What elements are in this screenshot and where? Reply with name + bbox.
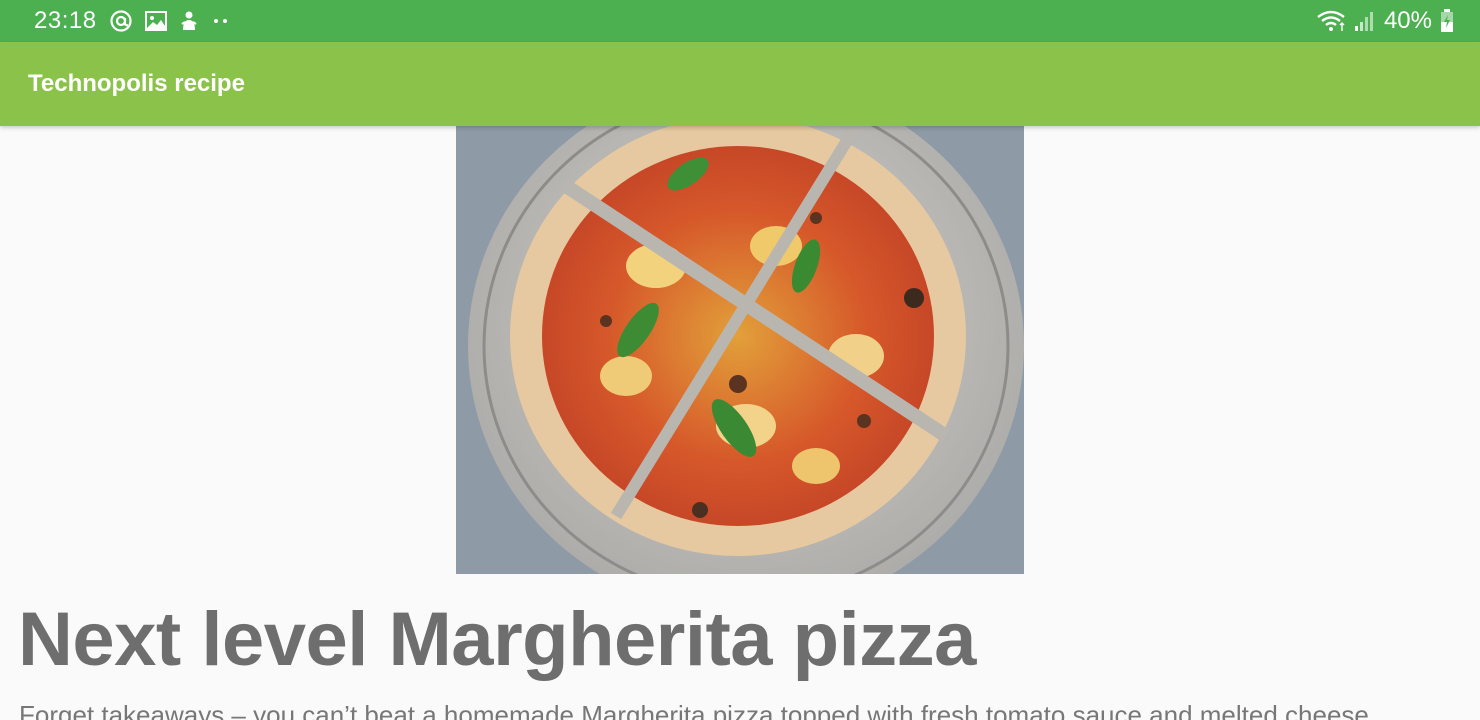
signal-icon bbox=[1354, 10, 1376, 32]
recipe-title: Next level Margherita pizza bbox=[18, 597, 976, 682]
app-title: Technopolis recipe bbox=[28, 70, 245, 97]
wifi-icon bbox=[1316, 9, 1346, 33]
mascot-notification-icon bbox=[179, 10, 199, 32]
status-right: 40% bbox=[1316, 0, 1454, 42]
status-bar: 23:18 40% bbox=[0, 0, 1480, 42]
app-bar: Technopolis recipe bbox=[0, 42, 1480, 126]
status-left: 23:18 bbox=[34, 0, 231, 42]
battery-charging-icon bbox=[1440, 9, 1454, 33]
at-sign-icon bbox=[109, 9, 133, 33]
recipe-image bbox=[456, 126, 1024, 574]
more-dots-icon bbox=[211, 16, 231, 26]
status-time: 23:18 bbox=[34, 7, 97, 34]
gallery-icon bbox=[144, 11, 167, 31]
battery-percent: 40% bbox=[1383, 7, 1432, 34]
recipe-description: Forget takeaways – you can’t beat a home… bbox=[19, 700, 1369, 720]
